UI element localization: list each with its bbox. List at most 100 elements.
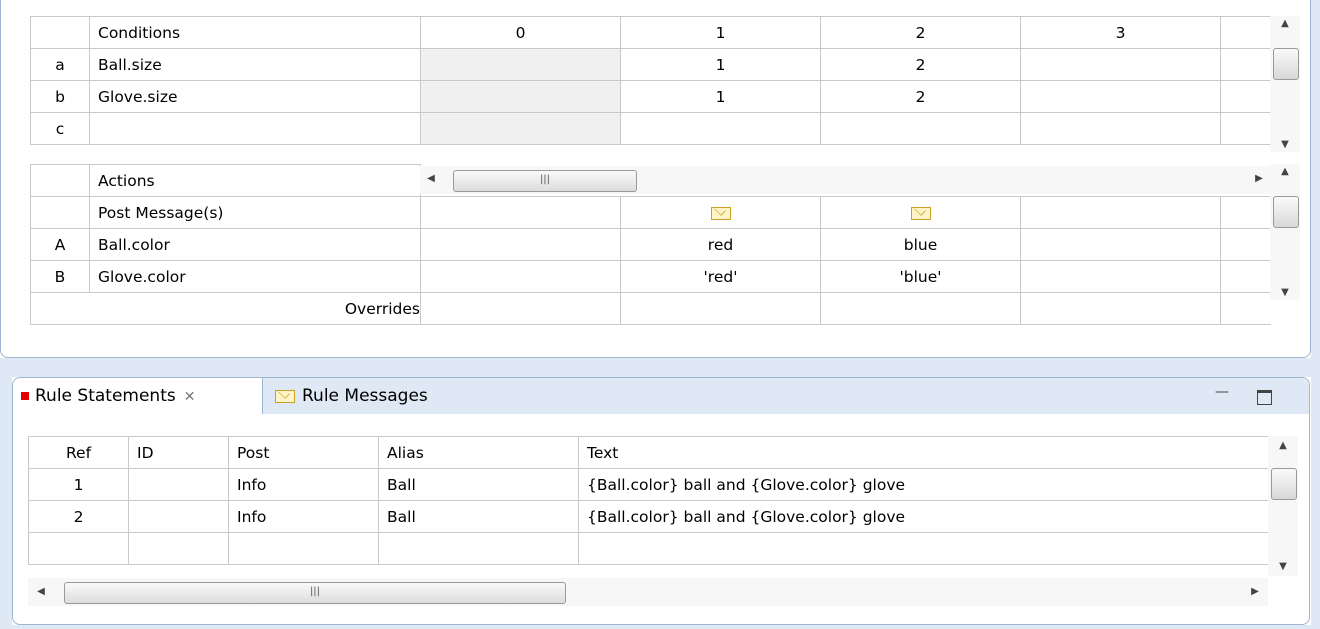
override-cell[interactable]	[620, 292, 821, 325]
action-cell[interactable]	[420, 260, 621, 293]
condition-name[interactable]	[89, 112, 421, 145]
condition-cell[interactable]: 1	[620, 48, 821, 81]
condition-row[interactable]: b Glove.size	[30, 80, 421, 113]
scroll-right-icon[interactable]: ▶	[1252, 173, 1266, 184]
scroll-up-icon[interactable]: ▲	[1268, 440, 1298, 451]
header-id[interactable]: ID	[128, 436, 229, 469]
table-row[interactable]	[28, 532, 1269, 565]
condition-cell-empty	[1220, 48, 1271, 81]
cell-id[interactable]	[128, 532, 229, 565]
action-cell[interactable]: 'red'	[620, 260, 821, 293]
close-icon[interactable]: ✕	[184, 379, 196, 415]
scroll-thumb[interactable]	[1273, 196, 1299, 228]
conditions-label-table: Conditions a Ball.size b Glove.size c	[30, 16, 421, 145]
action-row[interactable]: B Glove.color	[30, 260, 421, 293]
scroll-up-icon[interactable]: ▲	[1270, 166, 1300, 177]
action-name[interactable]: Glove.color	[89, 260, 421, 293]
cell-post[interactable]	[228, 532, 379, 565]
table-row[interactable]: 2 Info Ball {Ball.color} ball and {Glove…	[28, 500, 1269, 533]
action-cell[interactable]	[420, 228, 621, 261]
cell-post[interactable]: Info	[228, 468, 379, 501]
scroll-thumb[interactable]: |||	[453, 170, 637, 192]
post-message-cell[interactable]	[620, 196, 821, 229]
cell-post[interactable]: Info	[228, 500, 379, 533]
statements-horizontal-scrollbar[interactable]: ◀ ||| ▶	[28, 578, 1268, 606]
condition-cell[interactable]	[1020, 80, 1221, 113]
scroll-up-icon[interactable]: ▲	[1270, 18, 1300, 29]
action-name[interactable]: Ball.color	[89, 228, 421, 261]
post-message-cell[interactable]	[420, 196, 621, 229]
actions-vertical-scrollbar[interactable]: ▲ ▼	[1270, 164, 1300, 300]
condition-name[interactable]: Ball.size	[89, 48, 421, 81]
decision-table-horizontal-scrollbar[interactable]: ◀ ||| ▶	[420, 166, 1270, 194]
actions-label-table: Actions Post Message(s) A Ball.color B G…	[30, 164, 421, 325]
cell-ref[interactable]: 2	[28, 500, 129, 533]
column-header[interactable]: 2	[820, 16, 1021, 49]
action-id: A	[30, 228, 90, 261]
table-row[interactable]: 1 Info Ball {Ball.color} ball and {Glove…	[28, 468, 1269, 501]
condition-cell[interactable]	[1020, 48, 1221, 81]
minimize-icon[interactable]: —	[1213, 384, 1231, 402]
actions-value-table: red blue 'red' 'blue'	[420, 196, 1271, 325]
condition-cell[interactable]	[620, 112, 821, 145]
header-post[interactable]: Post	[228, 436, 379, 469]
condition-cell[interactable]: 2	[820, 80, 1021, 113]
cell-alias[interactable]	[378, 532, 579, 565]
condition-cell[interactable]	[1020, 112, 1221, 145]
condition-cell[interactable]	[420, 80, 621, 113]
condition-name[interactable]: Glove.size	[89, 80, 421, 113]
scroll-right-icon[interactable]: ▶	[1248, 586, 1262, 597]
scroll-left-icon[interactable]: ◀	[34, 586, 48, 597]
column-header[interactable]: 3	[1020, 16, 1221, 49]
scroll-thumb[interactable]: |||	[64, 582, 566, 604]
condition-cell[interactable]: 1	[620, 80, 821, 113]
override-cell[interactable]	[420, 292, 621, 325]
override-cell[interactable]	[1020, 292, 1221, 325]
tab-rule-statements[interactable]: Rule Statements ✕	[13, 378, 263, 414]
condition-cell[interactable]	[420, 112, 621, 145]
header-text[interactable]: Text	[578, 436, 1269, 469]
post-message-cell[interactable]	[820, 196, 1021, 229]
cell-ref[interactable]	[28, 532, 129, 565]
scroll-left-icon[interactable]: ◀	[424, 173, 438, 184]
scroll-down-icon[interactable]: ▼	[1268, 561, 1298, 572]
maximize-icon[interactable]	[1257, 390, 1272, 405]
conditions-value-table: 0 1 2 3 1 2 1 2	[420, 16, 1271, 145]
header-ref[interactable]: Ref	[28, 436, 129, 469]
cell-text[interactable]: {Ball.color} ball and {Glove.color} glov…	[578, 468, 1269, 501]
statements-vertical-scrollbar[interactable]: ▲ ▼	[1268, 436, 1298, 576]
scroll-down-icon[interactable]: ▼	[1270, 139, 1300, 150]
scroll-thumb[interactable]	[1273, 48, 1299, 80]
action-cell-empty	[1220, 260, 1271, 293]
cell-text[interactable]: {Ball.color} ball and {Glove.color} glov…	[578, 500, 1269, 533]
scroll-thumb[interactable]	[1271, 468, 1297, 500]
condition-cell[interactable]: 2	[820, 48, 1021, 81]
action-values-row: red blue	[420, 228, 1271, 261]
action-cell[interactable]: 'blue'	[820, 260, 1021, 293]
column-header[interactable]: 0	[420, 16, 621, 49]
action-cell[interactable]	[1020, 260, 1221, 293]
cell-id[interactable]	[128, 500, 229, 533]
cell-alias[interactable]: Ball	[378, 468, 579, 501]
action-cell[interactable]	[1020, 228, 1221, 261]
condition-cell[interactable]	[420, 48, 621, 81]
condition-row[interactable]: a Ball.size	[30, 48, 421, 81]
scroll-down-icon[interactable]: ▼	[1270, 287, 1300, 298]
cell-ref[interactable]: 1	[28, 468, 129, 501]
cell-id[interactable]	[128, 468, 229, 501]
condition-row[interactable]: c	[30, 112, 421, 145]
post-message-cell[interactable]	[1020, 196, 1221, 229]
condition-cell[interactable]	[820, 112, 1021, 145]
action-cell[interactable]: blue	[820, 228, 1021, 261]
tab-rule-messages[interactable]: Rule Messages	[275, 378, 515, 414]
envelope-icon[interactable]	[710, 206, 731, 220]
action-row[interactable]: A Ball.color	[30, 228, 421, 261]
column-header[interactable]: 1	[620, 16, 821, 49]
envelope-icon[interactable]	[910, 206, 931, 220]
header-alias[interactable]: Alias	[378, 436, 579, 469]
cell-text[interactable]	[578, 532, 1269, 565]
conditions-vertical-scrollbar[interactable]: ▲ ▼	[1270, 16, 1300, 152]
cell-alias[interactable]: Ball	[378, 500, 579, 533]
override-cell[interactable]	[820, 292, 1021, 325]
action-cell[interactable]: red	[620, 228, 821, 261]
